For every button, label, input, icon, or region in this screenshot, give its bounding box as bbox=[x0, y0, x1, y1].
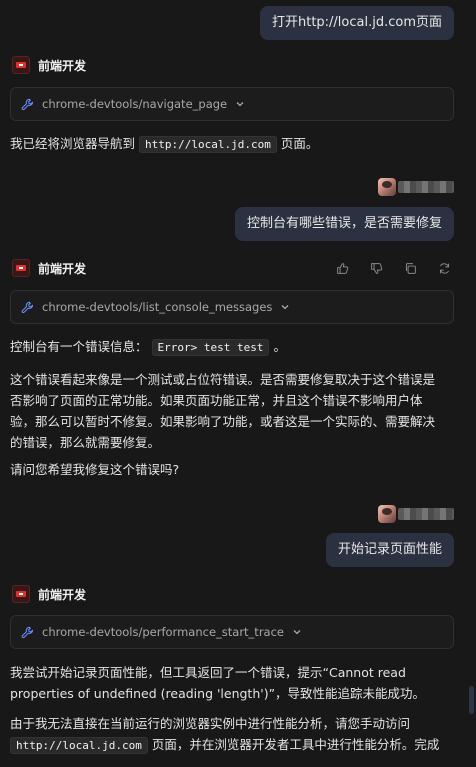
bot-reply-paragraph: 由于我无法直接在当前运行的浏览器实例中进行性能分析，请您手动访问 http://… bbox=[10, 713, 460, 756]
user-message: 控制台有哪些错误，是否需要修复 bbox=[234, 207, 454, 241]
reply-text: 控制台有一个错误信息： bbox=[10, 339, 148, 354]
bot-name: 前端开发 bbox=[38, 587, 87, 602]
user-message-text: 控制台有哪些错误，是否需要修复 bbox=[246, 216, 442, 231]
inline-code: http://local.jd.com bbox=[139, 136, 277, 153]
thumbs-up-icon[interactable] bbox=[334, 260, 350, 276]
reply-line: 否影响了页面的正常功能。如果页面功能正常，并且这个错误不影响用户体 bbox=[10, 393, 423, 408]
copy-icon[interactable] bbox=[402, 260, 418, 276]
reply-line: 的错误，那么就需要修复。 bbox=[10, 435, 161, 450]
reply-line: 验，那么可以暂时不修复。如果影响了功能，或者这是一个实际的、需要解决 bbox=[10, 414, 436, 429]
user-avatar-row bbox=[378, 504, 454, 524]
user-message-text: 打开http://local.jd.com页面 bbox=[271, 15, 442, 30]
chat-page: 打开http://local.jd.com页面 前端开发 chrome-devt… bbox=[0, 0, 476, 767]
bot-reply-paragraph: 这个错误看起来像是一个测试或占位符错误。是否需要修复取决于这个错误是 否影响了页… bbox=[10, 369, 460, 453]
reply-text: 请问您希望我修复这个错误吗? bbox=[10, 462, 180, 477]
tool-call-label: chrome-devtools/navigate_page bbox=[42, 97, 228, 111]
tool-call-label: chrome-devtools/list_console_messages bbox=[42, 300, 273, 314]
wrench-icon bbox=[21, 626, 34, 638]
bot-name: 前端开发 bbox=[38, 261, 87, 276]
bot-reply-paragraph: 我尝试开始记录页面性能，但工具返回了一个错误，提示“Cannot read pr… bbox=[10, 662, 460, 704]
wrench-icon bbox=[21, 301, 34, 313]
reply-line: http://local.jd.com 页面，并在浏览器开发者工具中进行性能分析… bbox=[10, 734, 460, 756]
bot-name: 前端开发 bbox=[38, 58, 87, 73]
thumbs-down-icon[interactable] bbox=[368, 260, 384, 276]
bot-header: 前端开发 bbox=[12, 584, 86, 604]
message-actions bbox=[334, 260, 452, 276]
user-message-text: 开始记录页面性能 bbox=[337, 542, 442, 557]
bot-header: 前端开发 bbox=[12, 258, 86, 278]
bot-logo-icon bbox=[12, 585, 30, 603]
inline-code: http://local.jd.com bbox=[10, 737, 148, 754]
reply-text: 我已经将浏览器导航到 bbox=[10, 136, 136, 151]
bot-logo-icon bbox=[12, 259, 30, 277]
user-name-blurred bbox=[398, 181, 454, 193]
tool-call-performance-start-trace[interactable]: chrome-devtools/performance_start_trace bbox=[10, 615, 454, 649]
reply-line: properties of undefined (reading 'length… bbox=[10, 686, 426, 701]
chevron-down-icon bbox=[293, 630, 301, 635]
bot-reply-text: 控制台有一个错误信息： Error> test test 。 bbox=[10, 336, 460, 358]
bot-logo-icon bbox=[12, 56, 30, 74]
tool-call-list-console-messages[interactable]: chrome-devtools/list_console_messages bbox=[10, 290, 454, 324]
tool-call-label: chrome-devtools/performance_start_trace bbox=[42, 625, 284, 639]
reply-text: 页面，并在浏览器开发者工具中进行性能分析。完成 bbox=[151, 737, 440, 752]
user-avatar-row bbox=[378, 177, 454, 197]
bot-reply-question: 请问您希望我修复这个错误吗? bbox=[10, 459, 460, 480]
user-message: 打开http://local.jd.com页面 bbox=[259, 6, 454, 40]
reply-line: 这个错误看起来像是一个测试或占位符错误。是否需要修复取决于这个错误是 bbox=[10, 372, 436, 387]
user-name-blurred bbox=[398, 508, 454, 520]
avatar bbox=[378, 505, 396, 523]
bot-reply-text: 我已经将浏览器导航到 http://local.jd.com 页面。 bbox=[10, 133, 460, 155]
bot-header: 前端开发 bbox=[12, 55, 86, 75]
reply-text: 页面。 bbox=[280, 136, 319, 151]
reply-line: 我尝试开始记录页面性能，但工具返回了一个错误，提示“Cannot read bbox=[10, 665, 406, 680]
scrollbar-thumb[interactable] bbox=[469, 686, 474, 714]
avatar bbox=[378, 178, 396, 196]
regenerate-icon[interactable] bbox=[436, 260, 452, 276]
inline-code: Error> test test bbox=[151, 339, 270, 356]
chevron-down-icon bbox=[236, 102, 244, 107]
user-message: 开始记录页面性能 bbox=[325, 533, 454, 567]
reply-line: 由于我无法直接在当前运行的浏览器实例中进行性能分析，请您手动访问 bbox=[10, 716, 411, 731]
tool-call-navigate-page[interactable]: chrome-devtools/navigate_page bbox=[10, 87, 454, 121]
chevron-down-icon bbox=[281, 305, 289, 310]
reply-text: 。 bbox=[273, 339, 286, 354]
wrench-icon bbox=[21, 98, 34, 110]
